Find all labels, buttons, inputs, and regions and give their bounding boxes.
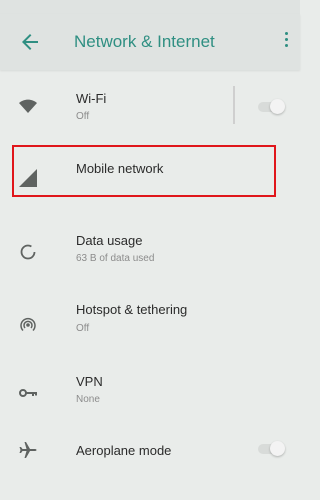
toggle-thumb <box>270 441 285 456</box>
data-usage-label: Data usage <box>76 233 143 248</box>
vpn-status: None <box>76 394 100 405</box>
aeroplane-mode-toggle[interactable] <box>256 440 286 456</box>
overflow-menu-icon[interactable] <box>280 29 292 53</box>
aeroplane-mode-label: Aeroplane mode <box>76 443 172 458</box>
app-bar: Network & Internet <box>0 14 300 70</box>
vpn-key-icon <box>18 383 38 403</box>
status-bar <box>0 0 300 14</box>
data-usage-status: 63 B of data used <box>76 253 155 264</box>
wifi-setting[interactable]: Wi-Fi Off <box>0 82 300 132</box>
wifi-icon <box>18 96 38 116</box>
divider <box>233 86 235 124</box>
wifi-label: Wi-Fi <box>76 91 107 106</box>
hotspot-icon <box>18 315 38 335</box>
back-arrow-icon[interactable] <box>18 30 42 54</box>
highlight-box <box>12 145 276 197</box>
airplane-icon <box>18 440 38 460</box>
data-usage-icon <box>18 242 38 262</box>
aeroplane-mode-setting[interactable]: Aeroplane mode <box>0 428 300 472</box>
page-title: Network & Internet <box>74 32 215 51</box>
toggle-thumb <box>270 99 285 114</box>
hotspot-setting[interactable]: Hotspot & tethering Off <box>0 295 300 345</box>
vpn-label: VPN <box>76 374 103 389</box>
hotspot-status: Off <box>76 323 90 334</box>
data-usage-setting[interactable]: Data usage 63 B of data used <box>0 226 300 276</box>
vpn-setting[interactable]: VPN None <box>0 368 300 418</box>
hotspot-label: Hotspot & tethering <box>76 302 188 317</box>
wifi-toggle[interactable] <box>256 98 286 114</box>
wifi-status: Off <box>76 111 90 122</box>
